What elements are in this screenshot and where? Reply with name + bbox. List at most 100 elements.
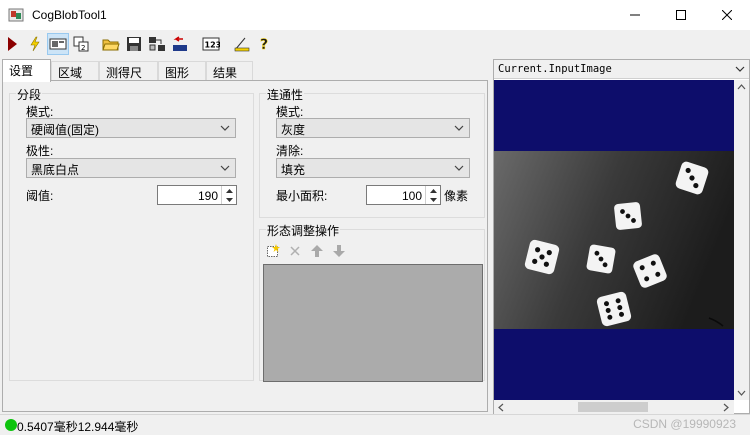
morphology-operations-list[interactable] [263,264,483,382]
maximize-icon [676,10,686,20]
new-item-icon [267,244,280,257]
help-icon: ? [260,37,269,52]
segmentation-mode-value: 硬阈值(固定) [31,123,99,137]
toolbar: 2 123 ? [0,31,750,57]
minimize-icon [630,14,640,16]
zoom-icon: 2 [73,36,89,52]
connectivity-group-label: 连通性 [266,86,305,103]
min-area-increment-button[interactable] [426,186,440,195]
status-timing: 0.5407毫秒12.944毫秒 [17,420,139,434]
min-area-spinner-buttons [425,186,440,204]
connectivity-mode-select[interactable]: 灰度 [276,118,470,138]
cleanup-value: 填充 [281,163,306,177]
tab-region[interactable]: 区域 [51,61,99,81]
import-button[interactable] [146,33,168,55]
chevron-down-icon [220,125,230,131]
save-icon [127,37,141,51]
horizontal-scrollbar[interactable] [494,400,734,414]
tab-graphics[interactable]: 图形 [158,61,206,81]
die [586,244,616,274]
morphology-new-button[interactable] [266,244,280,261]
morphology-move-down-button[interactable] [332,244,346,261]
settings-panel: 设置 区域 测得尺寸 图形 结果 分段 模式: 硬阈值(固定) 极性: 黑底白点… [0,58,490,414]
polarity-value: 黑底白点 [31,163,80,177]
threshold-spinner[interactable]: 190 [157,185,237,205]
status-indicator-icon [5,419,17,431]
measure-icon [234,37,250,52]
close-button[interactable] [704,0,750,30]
svg-text:123: 123 [205,41,221,50]
save-button[interactable] [123,33,145,55]
chevron-down-icon [735,66,745,72]
image-selector-value: Current.InputImage [498,63,612,75]
threshold-increment-button[interactable] [222,186,236,195]
min-area-spinner[interactable]: 100 [366,185,441,205]
pixel-unit-label: 像素 [444,189,469,203]
threshold-decrement-button[interactable] [222,195,236,204]
measure-button[interactable] [231,33,253,55]
help-button[interactable]: ? [254,33,276,55]
morphology-group: 形态调整操作 [259,222,485,382]
run-button[interactable] [1,33,23,55]
arrow-down-icon [333,245,345,257]
threshold-label: 阈值: [26,189,54,203]
connectivity-mode-value: 灰度 [281,123,306,137]
tab-measurements[interactable]: 测得尺寸 [99,61,158,97]
segmentation-group: 分段 模式: 硬阈值(固定) 极性: 黑底白点 阈值: 190 [9,86,254,381]
horizontal-scroll-thumb[interactable] [578,402,648,412]
tab-results[interactable]: 结果 [206,61,253,81]
reset-button[interactable] [169,33,191,55]
svg-text:2: 2 [81,44,85,52]
cleanup-select[interactable]: 填充 [276,158,470,178]
segmentation-mode-select[interactable]: 硬阈值(固定) [26,118,236,138]
chevron-left-icon[interactable] [498,403,504,412]
reset-icon [173,36,187,51]
electric-button[interactable] [24,33,46,55]
chevron-down-icon[interactable] [737,390,746,396]
chevron-down-icon [220,165,230,171]
image-viewer[interactable] [494,80,734,400]
import-icon [149,37,165,51]
title-bar: CogBlobTool1 [0,0,750,30]
display-icon [49,38,67,50]
delete-icon [290,246,300,256]
triangle-down-icon [429,197,437,202]
min-area-value: 100 [401,189,422,203]
chevron-down-icon [454,125,464,131]
image-selector[interactable]: Current.InputImage [494,60,749,79]
run-icon [8,37,17,51]
app-icon [8,7,24,23]
zoom-button[interactable]: 2 [70,33,92,55]
polarity-select[interactable]: 黑底白点 [26,158,236,178]
numeric-icon: 123 [202,37,221,51]
morphology-delete-button[interactable] [288,244,302,261]
min-area-decrement-button[interactable] [426,195,440,204]
tab-settings[interactable]: 设置 [2,59,51,82]
chevron-up-icon[interactable] [737,84,746,90]
image-display-panel: Current.InputImage [493,59,750,414]
cleanup-label: 清除: [276,144,304,158]
vertical-scrollbar[interactable] [734,80,749,400]
open-button[interactable] [100,33,122,55]
die [614,202,642,230]
watermark: CSDN @19990923 [633,417,736,431]
minimize-button[interactable] [612,0,658,30]
morphology-move-up-button[interactable] [310,244,324,261]
connectivity-group: 连通性 模式: 灰度 清除: 填充 最小面积: 100 像素 [259,86,485,218]
numeric-button[interactable]: 123 [200,33,222,55]
open-icon [102,39,120,51]
arrow-up-icon [311,245,323,257]
status-bar: 0.5407毫秒12.944毫秒 CSDN @19990923 [0,414,750,434]
display-toggle-button[interactable] [47,33,69,55]
triangle-down-icon [225,197,233,202]
svg-text:?: ? [260,37,268,52]
chevron-right-icon[interactable] [723,403,729,412]
close-icon [722,10,732,20]
morphology-group-label: 形态调整操作 [266,222,341,239]
maximize-button[interactable] [658,0,704,30]
chevron-down-icon [454,165,464,171]
threshold-value: 190 [197,189,218,203]
min-area-label: 最小面积: [276,189,328,203]
triangle-up-icon [225,188,233,193]
polarity-label: 极性: [26,144,54,158]
